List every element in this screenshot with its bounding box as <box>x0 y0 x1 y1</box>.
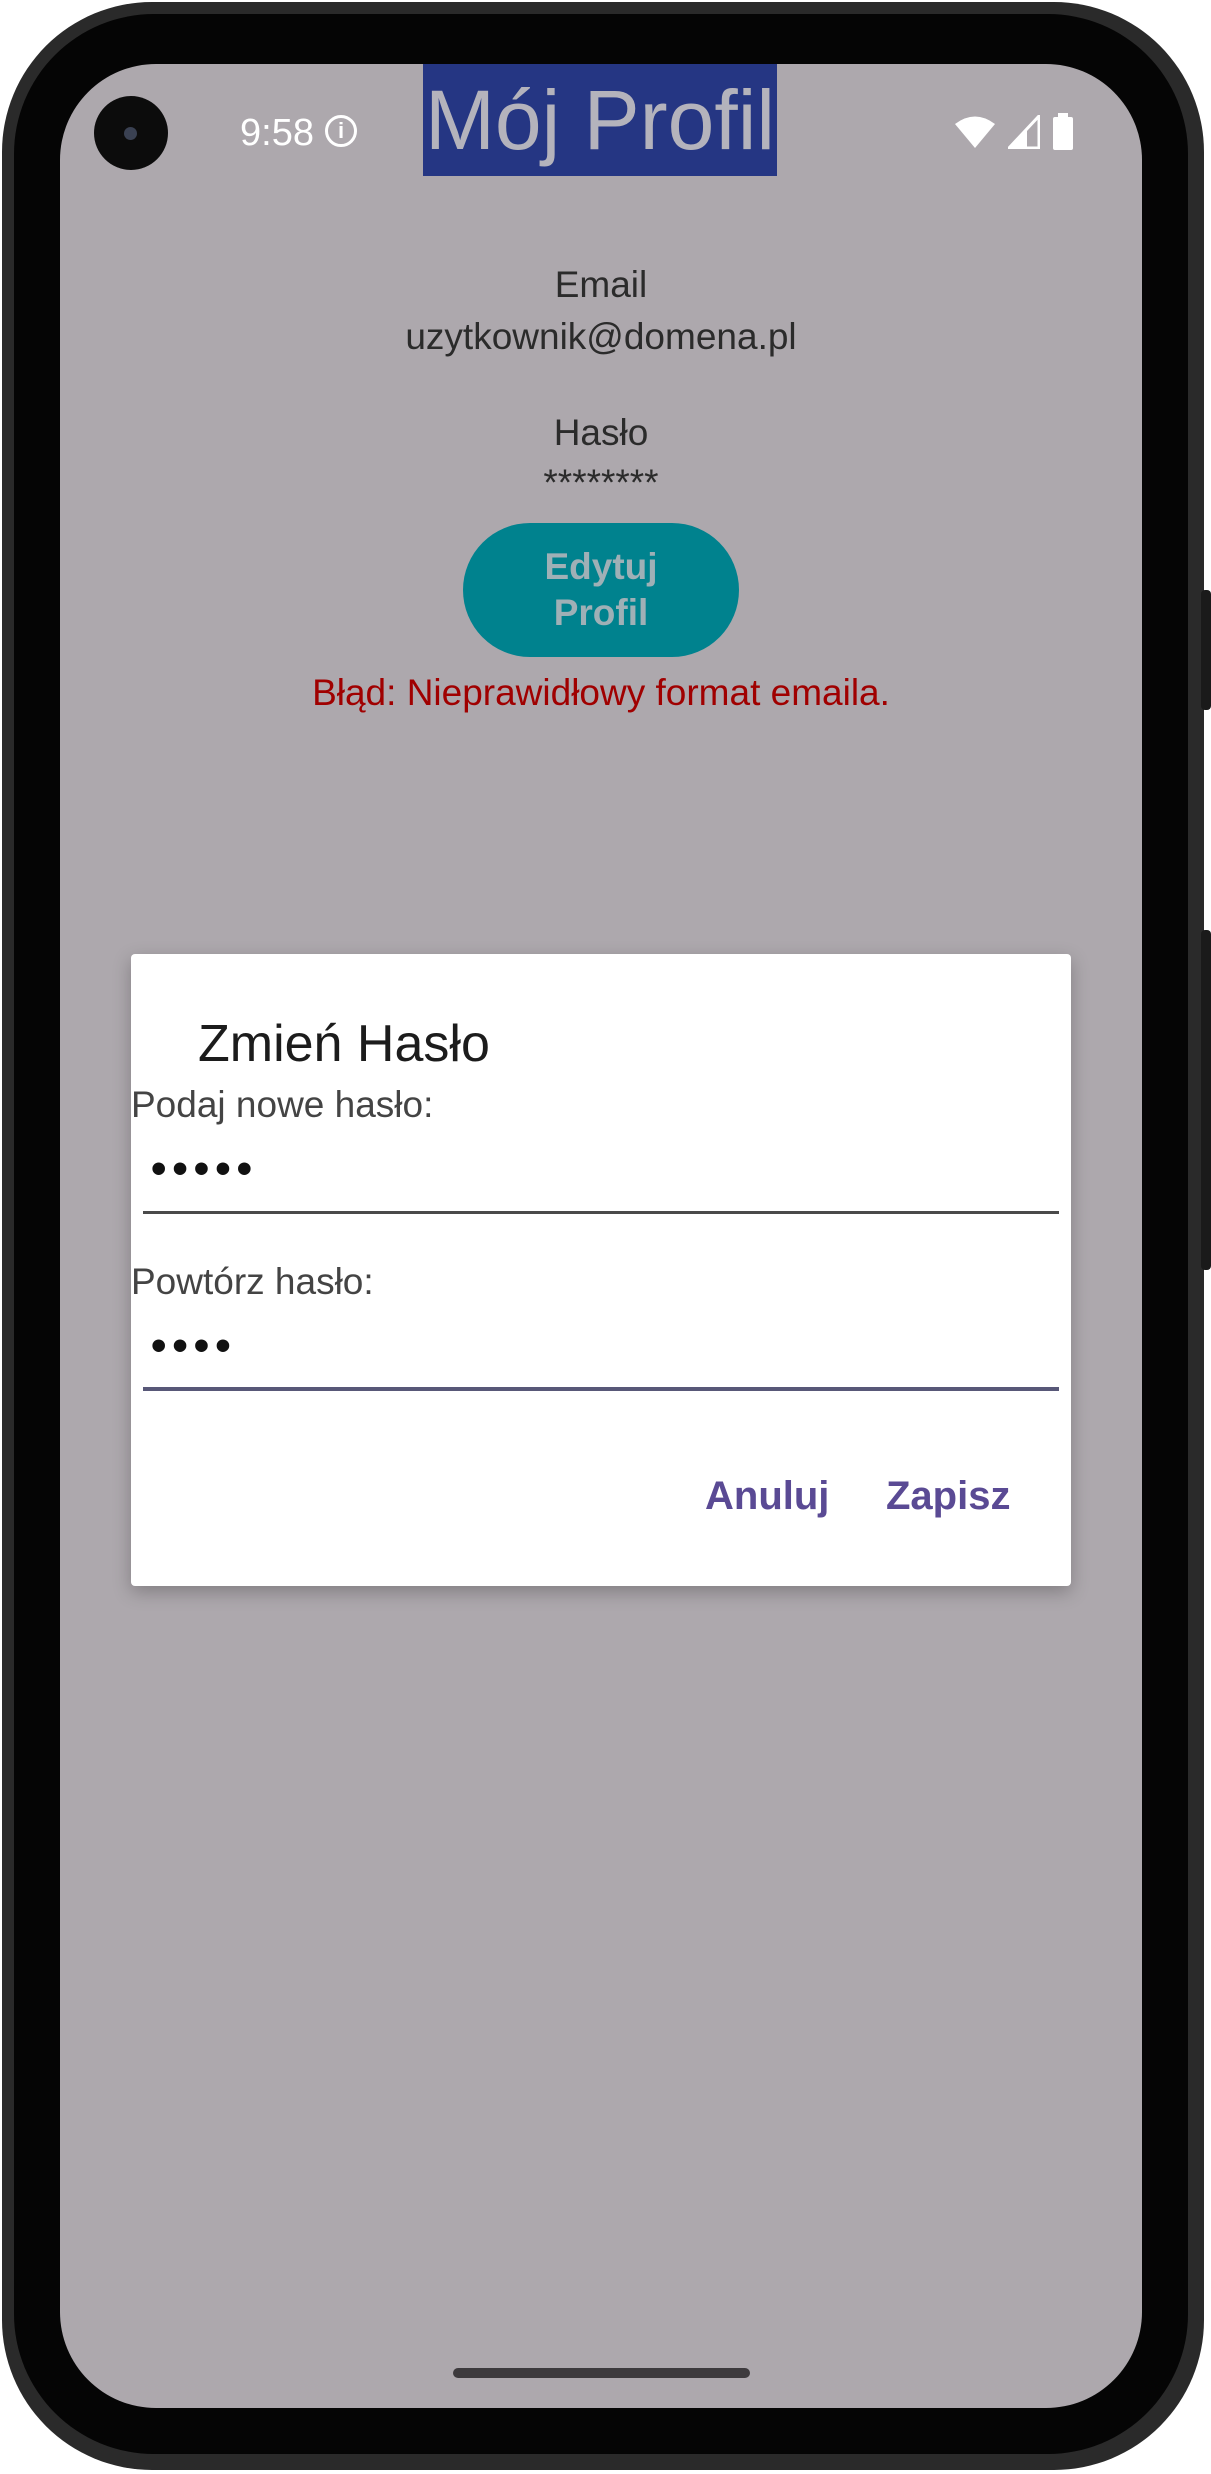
camera-lens <box>124 127 137 140</box>
repeat-password-label: Powtórz hasło: <box>131 1261 374 1302</box>
page-title: Mój Profil <box>423 64 777 176</box>
repeat-password-value: •••• <box>151 1321 237 1370</box>
status-time: 9:58 <box>240 112 314 154</box>
password-label: Hasło <box>553 412 649 453</box>
info-icon: i <box>325 115 357 147</box>
volume-button <box>1201 930 1211 1270</box>
save-button[interactable]: Zapisz <box>886 1474 1010 1519</box>
new-password-label: Podaj nowe hasło: <box>131 1084 434 1125</box>
phone-device: 9:58 i Mój Profil Email uzytkownik@domen… <box>0 0 1211 2474</box>
error-message: Błąd: Nieprawidłowy format emaila. <box>312 672 890 713</box>
front-camera <box>94 96 168 170</box>
change-password-dialog: Zmień Hasło Podaj nowe hasło: ••••• Powt… <box>131 954 1071 1586</box>
screen: 9:58 i Mój Profil Email uzytkownik@domen… <box>60 64 1142 2408</box>
power-button <box>1201 590 1211 710</box>
new-password-value: ••••• <box>151 1144 259 1193</box>
email-value: uzytkownik@domena.pl <box>405 316 797 357</box>
email-label: Email <box>554 264 648 305</box>
cancel-button[interactable]: Anuluj <box>705 1474 829 1519</box>
wifi-icon <box>955 116 995 148</box>
dialog-title: Zmień Hasło <box>198 1015 490 1073</box>
battery-icon <box>1053 113 1073 150</box>
password-value: ******** <box>543 462 659 503</box>
status-icons <box>954 113 1074 150</box>
home-indicator[interactable] <box>453 2368 750 2378</box>
repeat-password-field[interactable]: •••• <box>143 1321 1059 1391</box>
new-password-field[interactable]: ••••• <box>143 1144 1059 1214</box>
edit-profile-button[interactable]: Edytuj Profil <box>463 523 739 657</box>
signal-icon <box>1008 115 1040 149</box>
